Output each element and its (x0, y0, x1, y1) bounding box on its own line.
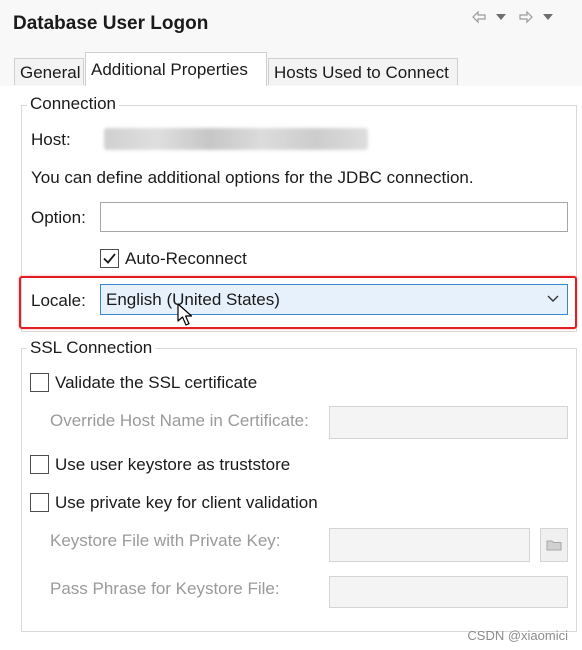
validate-ssl-label: Validate the SSL certificate (55, 373, 258, 392)
auto-reconnect-checkbox[interactable] (100, 249, 119, 268)
keystore-truststore-checkbox[interactable] (30, 455, 49, 474)
override-host-label: Override Host Name in Certificate: (50, 411, 309, 430)
auto-reconnect-label: Auto-Reconnect (125, 249, 247, 268)
keystore-file-input[interactable] (329, 528, 530, 562)
folder-icon (546, 540, 562, 551)
private-key-checkbox[interactable] (30, 493, 49, 512)
checkmark-icon (103, 253, 116, 264)
keystore-truststore-label: Use user keystore as truststore (55, 455, 291, 474)
tab-hosts-used-to-connect[interactable]: Hosts Used to Connect (268, 58, 458, 85)
tab-additional-properties[interactable]: Additional Properties (85, 52, 267, 86)
back-arrow-icon[interactable] (471, 10, 487, 24)
keystore-file-label: Keystore File with Private Key: (50, 531, 281, 550)
tab-bar: General Additional Properties Hosts Used… (0, 52, 582, 87)
validate-ssl-checkbox[interactable] (30, 373, 49, 392)
database-user-logon-page: Database User Logon General Additional P… (0, 0, 582, 650)
host-value-redacted (104, 128, 368, 150)
option-label: Option: (31, 208, 86, 227)
forward-arrow-icon[interactable] (518, 10, 534, 24)
header: Database User Logon (0, 0, 582, 50)
override-host-input[interactable] (329, 406, 568, 439)
forward-dropdown-icon[interactable] (542, 12, 554, 22)
tab-general[interactable]: General (14, 58, 84, 85)
jdbc-description: You can define additional options for th… (31, 168, 474, 187)
mouse-cursor-icon (177, 303, 193, 326)
connection-legend: Connection (27, 94, 120, 114)
watermark: CSDN @xiaomici (467, 628, 568, 643)
host-label: Host: (31, 130, 71, 149)
page-title: Database User Logon (13, 13, 209, 34)
private-key-label: Use private key for client validation (55, 493, 318, 512)
option-input[interactable] (100, 202, 568, 232)
back-dropdown-icon[interactable] (495, 12, 507, 22)
browse-keystore-button[interactable] (540, 528, 568, 562)
pass-phrase-input[interactable] (329, 576, 568, 608)
pass-phrase-label: Pass Phrase for Keystore File: (50, 579, 280, 598)
ssl-connection-legend: SSL Connection (27, 338, 156, 358)
tab-content: Connection Host: You can define addition… (0, 86, 582, 650)
locale-highlight-box (19, 276, 577, 329)
